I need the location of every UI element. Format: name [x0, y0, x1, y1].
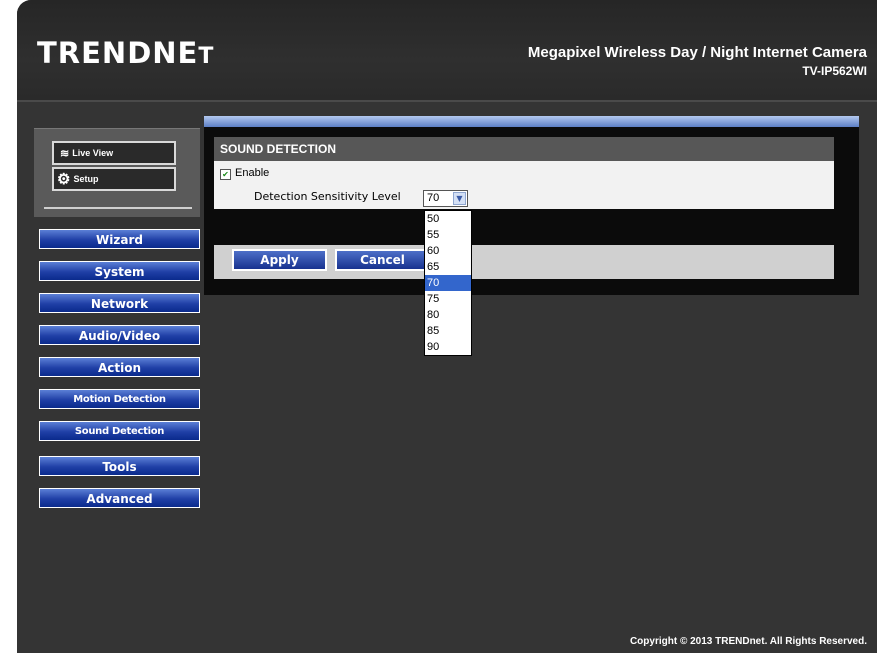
- nav-wizard-button[interactable]: Wizard: [39, 229, 200, 249]
- nav-system-button[interactable]: System: [39, 261, 200, 281]
- nav-sound-detection-button[interactable]: Sound Detection: [39, 421, 200, 441]
- nav-action-button[interactable]: Action: [39, 357, 200, 377]
- enable-checkbox[interactable]: ✔: [220, 169, 231, 180]
- top-menu: ≋ Live View ⚙ Setup: [34, 128, 200, 217]
- live-view-button[interactable]: ≋ Live View: [52, 141, 176, 165]
- product-title: Megapixel Wireless Day / Night Internet …: [527, 44, 867, 61]
- sensitivity-option[interactable]: 50: [425, 211, 471, 227]
- nav-advanced-button[interactable]: Advanced: [39, 488, 200, 508]
- live-view-label: Live View: [72, 148, 114, 158]
- header: TRENDNET Megapixel Wireless Day / Night …: [17, 0, 877, 100]
- sensitivity-dropdown-list: 50 55 60 65 70 75 80 85 90: [424, 210, 472, 356]
- sensitivity-option[interactable]: 80: [425, 307, 471, 323]
- nav-tools-button[interactable]: Tools: [39, 456, 200, 476]
- sensitivity-option-selected[interactable]: 70: [425, 275, 471, 291]
- trendnet-logo: TRENDNET: [37, 36, 214, 70]
- sound-detection-panel: SOUND DETECTION ✔ Enable Detection Sensi…: [204, 127, 859, 295]
- enable-label: Enable: [235, 167, 270, 179]
- sensitivity-select[interactable]: 70 ▼: [423, 190, 468, 207]
- setup-label: Setup: [73, 174, 99, 184]
- panel-body: ✔ Enable Detection Sensitivity Level: [214, 161, 834, 209]
- sensitivity-option[interactable]: 55: [425, 227, 471, 243]
- setup-button[interactable]: ⚙ Setup: [52, 167, 176, 191]
- sensitivity-option[interactable]: 75: [425, 291, 471, 307]
- sensitivity-label: Detection Sensitivity Level: [254, 190, 401, 203]
- header-divider: [17, 100, 877, 102]
- live-view-icon: ≋: [60, 147, 70, 160]
- cancel-button[interactable]: Cancel: [335, 249, 430, 271]
- sensitivity-option[interactable]: 60: [425, 243, 471, 259]
- nav-network-button[interactable]: Network: [39, 293, 200, 313]
- copyright-text: Copyright © 2013 TRENDnet. All Rights Re…: [629, 636, 867, 647]
- chevron-down-icon[interactable]: ▼: [453, 192, 466, 205]
- sensitivity-value: 70: [427, 192, 440, 204]
- sensitivity-option[interactable]: 90: [425, 339, 471, 355]
- nav-audio-video-button[interactable]: Audio/Video: [39, 325, 200, 345]
- gear-icon: ⚙: [57, 171, 71, 188]
- sensitivity-option[interactable]: 85: [425, 323, 471, 339]
- action-bar: Apply Cancel: [214, 245, 834, 279]
- panel-title: SOUND DETECTION: [214, 137, 834, 161]
- apply-button[interactable]: Apply: [232, 249, 327, 271]
- sensitivity-option[interactable]: 65: [425, 259, 471, 275]
- panel-top-bar: [204, 116, 859, 127]
- menu-divider: [44, 207, 192, 209]
- camera-web-ui: TRENDNET Megapixel Wireless Day / Night …: [17, 0, 877, 653]
- nav-motion-detection-button[interactable]: Motion Detection: [39, 389, 200, 409]
- product-model: TV-IP562WI: [802, 64, 867, 78]
